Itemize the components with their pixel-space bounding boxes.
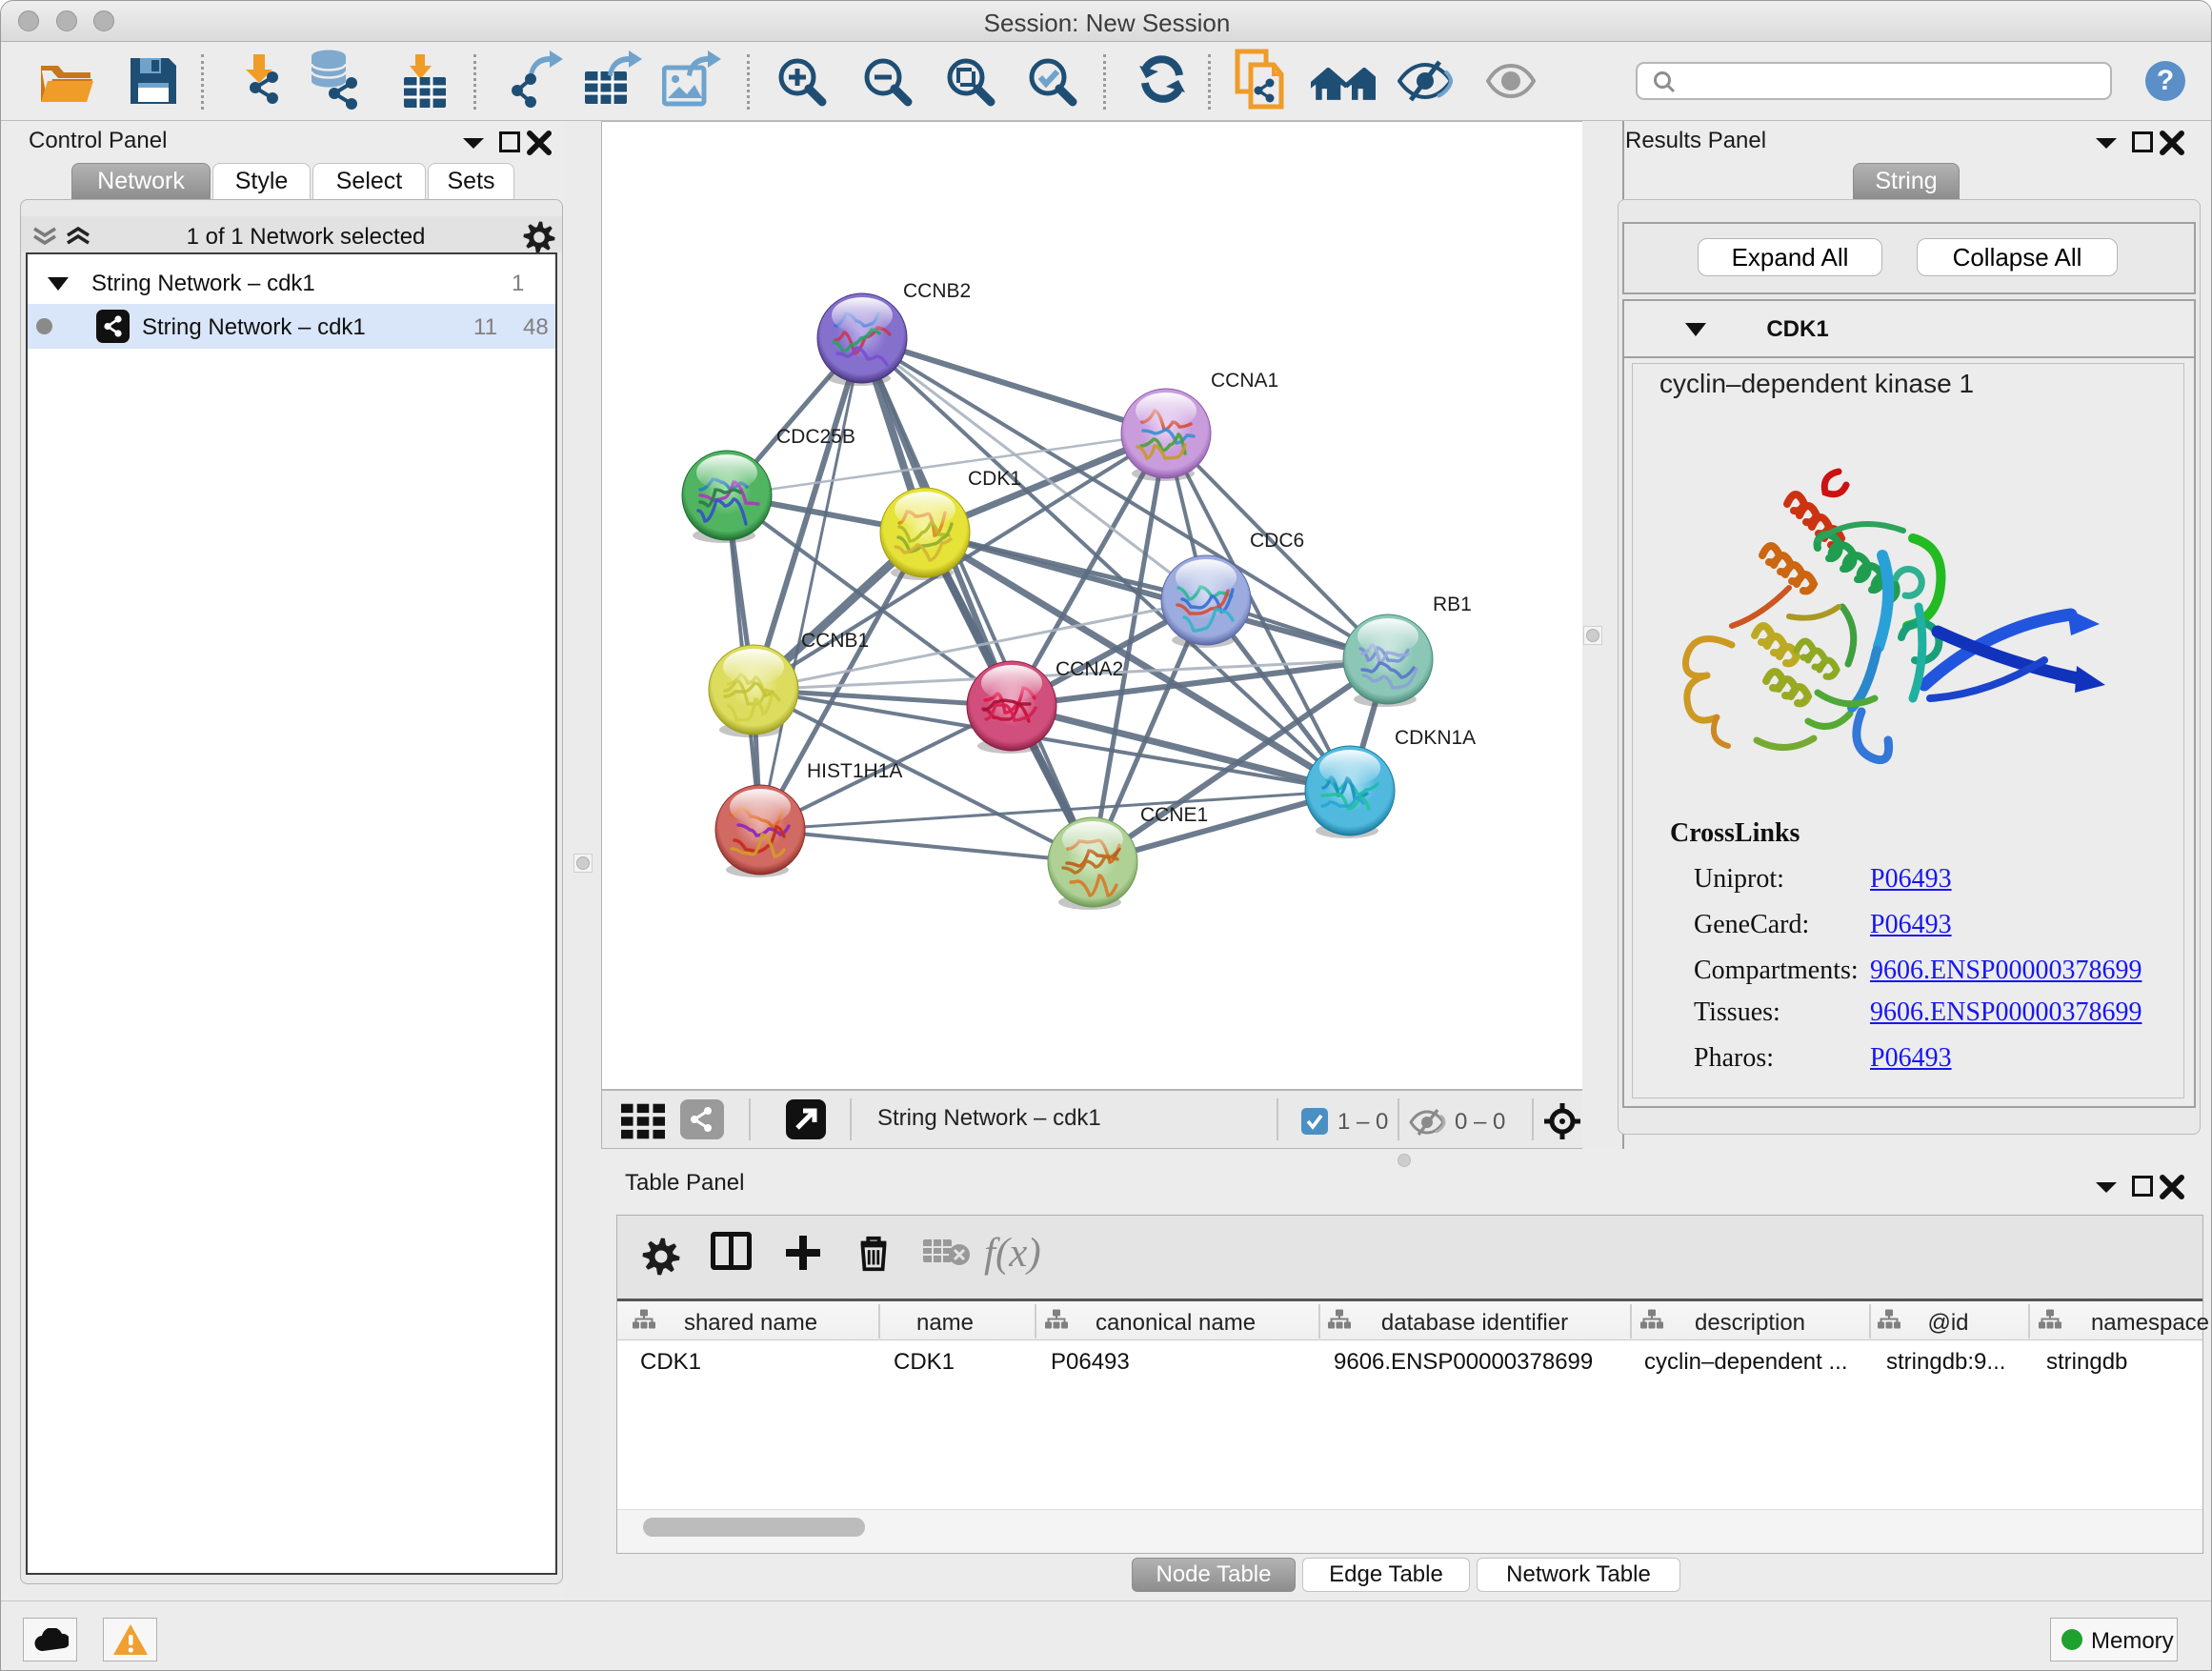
svg-text:RB1: RB1	[1433, 594, 1472, 615]
svg-text:CCNA1: CCNA1	[1211, 370, 1278, 392]
svg-text:CDC25B: CDC25B	[776, 426, 855, 448]
svg-text:CCNA2: CCNA2	[1056, 658, 1123, 680]
svg-text:CCNB1: CCNB1	[801, 630, 869, 652]
svg-text:CCNE1: CCNE1	[1140, 804, 1208, 826]
svg-text:CCNB2: CCNB2	[903, 280, 971, 302]
svg-text:CDKN1A: CDKN1A	[1395, 727, 1476, 749]
svg-text:HIST1H1A: HIST1H1A	[807, 760, 902, 782]
svg-text:CDK1: CDK1	[968, 468, 1021, 490]
svg-text:CDC6: CDC6	[1250, 530, 1304, 552]
